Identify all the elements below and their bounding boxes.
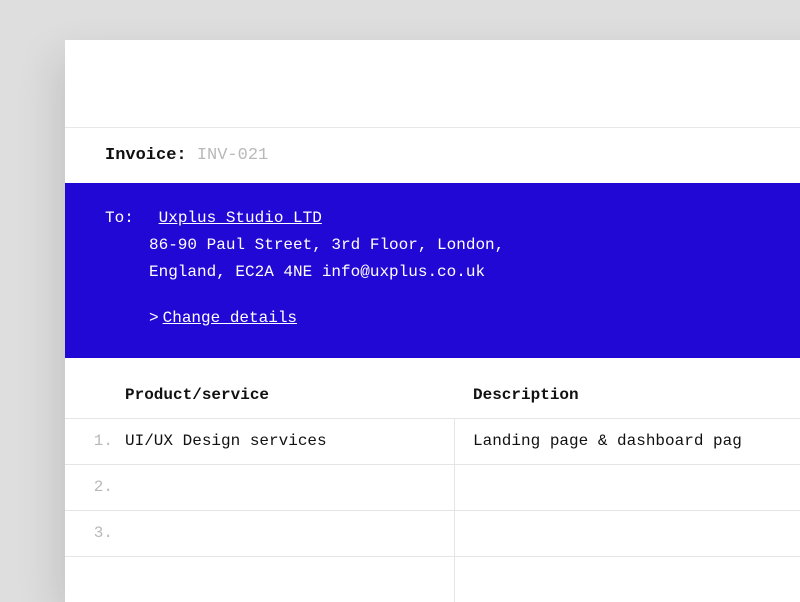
cell-description: Landing page & dashboard pag [455, 432, 800, 450]
table-row[interactable]: 1. UI/UX Design services Landing page & … [65, 418, 800, 464]
header-spacer [65, 40, 800, 128]
table-row[interactable]: 3. [65, 510, 800, 556]
cell-product: UI/UX Design services [125, 419, 455, 464]
row-number: 1. [65, 432, 125, 450]
row-number: 2. [65, 478, 125, 496]
table-row[interactable] [65, 556, 800, 602]
invoice-label: Invoice: [105, 146, 187, 165]
table-header: Product/service Description [65, 358, 800, 418]
recipient-company: Uxplus Studio LTD [159, 209, 322, 227]
to-label: To: [105, 205, 149, 232]
invoice-number: INV-021 [197, 146, 268, 165]
chevron-right-icon: > [149, 305, 159, 332]
cell-product [125, 465, 455, 510]
change-details-row: >Change details [105, 305, 800, 332]
invoice-sheet: Invoice: INV-021 To: Uxplus Studio LTD 8… [65, 40, 800, 602]
recipient-block: To: Uxplus Studio LTD 86-90 Paul Street,… [65, 183, 800, 358]
table-row[interactable]: 2. [65, 464, 800, 510]
change-details-link[interactable]: Change details [163, 309, 297, 327]
header-product: Product/service [65, 386, 455, 404]
invoice-number-row: Invoice: INV-021 [65, 128, 800, 183]
recipient-address: 86-90 Paul Street, 3rd Floor, London, En… [105, 232, 565, 286]
header-description: Description [455, 386, 800, 404]
cell-product [125, 557, 455, 602]
row-number: 3. [65, 524, 125, 542]
cell-product [125, 511, 455, 556]
